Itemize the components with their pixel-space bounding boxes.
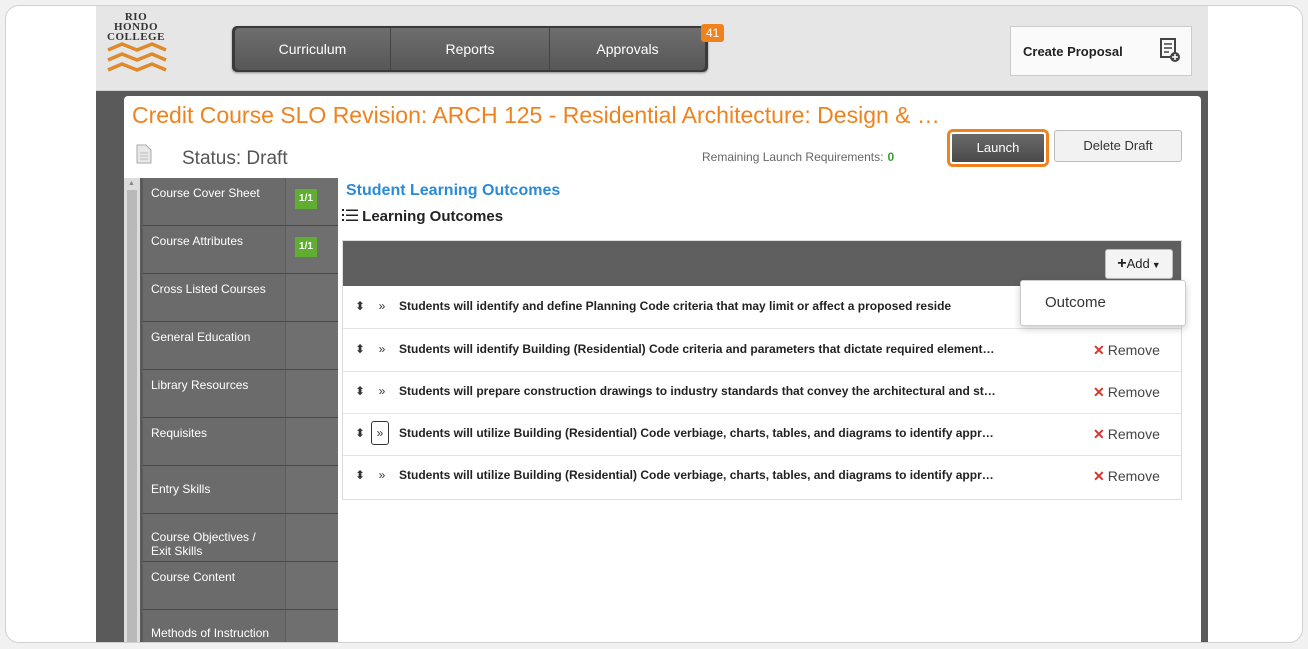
sidebar-count-column	[285, 562, 339, 609]
outcome-text[interactable]: Students will identify Building (Residen…	[399, 342, 1079, 356]
sidebar: ▲ Course Cover Sheet 1/1 Course Attribut…	[124, 178, 339, 642]
main-nav: Curriculum Reports Approvals	[232, 26, 708, 72]
new-document-icon	[1160, 38, 1180, 62]
scroll-up-icon[interactable]: ▲	[128, 180, 135, 187]
sidebar-item-label: General Education	[151, 330, 251, 344]
top-bar: RIO HONDO COLLEGE Curriculum Reports App…	[96, 6, 1208, 91]
remove-button[interactable]: ✕ Remove	[1093, 468, 1160, 485]
list-icon	[342, 209, 358, 221]
sort-arrows-icon[interactable]: ⬍	[355, 468, 365, 482]
status-label: Status: Draft	[182, 148, 288, 169]
expand-chevron-icon[interactable]: »	[375, 340, 389, 358]
remove-x-icon: ✕	[1093, 426, 1105, 442]
sidebar-item-cross-listed-courses[interactable]: Cross Listed Courses	[143, 274, 339, 322]
subsection-title-text: Learning Outcomes	[362, 208, 504, 225]
sidebar-item-label: Course Attributes	[151, 234, 244, 248]
outcomes-table: +Add ▼ ⬍ » Students will identify and def…	[342, 240, 1182, 500]
sidebar-item-label: Library Resources	[151, 378, 249, 392]
outcome-row: ⬍ » Students will identify Building (Res…	[343, 329, 1181, 372]
outcome-row: ⬍ » Students will utilize Building (Resi…	[343, 413, 1181, 456]
sidebar-count-column	[285, 514, 339, 561]
sidebar-item-library-resources[interactable]: Library Resources	[143, 370, 339, 418]
page-title: Credit Course SLO Revision: ARCH 125 - R…	[132, 102, 940, 128]
content-area: Student Learning Outcomes Learning Outco…	[338, 178, 1201, 642]
sidebar-item-label: Entry Skills	[151, 482, 211, 496]
sidebar-count-column	[285, 466, 339, 513]
completion-badge: 1/1	[295, 237, 317, 257]
logo-waves-icon	[107, 42, 167, 72]
approvals-count-badge: 41	[701, 24, 725, 42]
sidebar-count-column	[285, 322, 339, 369]
sidebar-item-label: Course Cover Sheet	[151, 186, 260, 200]
plus-icon: +	[1117, 255, 1127, 272]
remove-x-icon: ✕	[1093, 468, 1105, 484]
expand-chevron-icon[interactable]: »	[375, 382, 389, 400]
outcome-text[interactable]: Students will prepare construction drawi…	[399, 384, 1079, 398]
expand-chevron-icon[interactable]: »	[371, 421, 389, 445]
remaining-label: Remaining Launch Requirements:	[702, 150, 884, 164]
sidebar-count-column	[285, 418, 339, 465]
completion-badge: 1/1	[295, 189, 317, 209]
remove-label: Remove	[1107, 426, 1160, 442]
remove-x-icon: ✕	[1093, 342, 1105, 358]
create-proposal-button[interactable]: Create Proposal	[1010, 26, 1192, 76]
remaining-requirements: Remaining Launch Requirements: 0	[702, 150, 894, 164]
outcome-text[interactable]: Students will identify and define Planni…	[399, 299, 1079, 313]
sidebar-item-course-content[interactable]: Course Content	[143, 562, 339, 610]
document-icon	[136, 144, 152, 164]
nav-reports[interactable]: Reports	[391, 28, 550, 70]
sidebar-count-column	[285, 610, 339, 642]
sidebar-count-column	[285, 274, 339, 321]
sidebar-item-label: Course Content	[151, 570, 236, 584]
remove-x-icon: ✕	[1093, 384, 1105, 400]
remaining-value: 0	[887, 150, 895, 164]
sidebar-item-label: Requisites	[151, 426, 208, 440]
outcome-row: ⬍ » Students will prepare construction d…	[343, 371, 1181, 414]
add-button[interactable]: +Add ▼	[1105, 249, 1173, 279]
remove-button[interactable]: ✕ Remove	[1093, 426, 1160, 443]
sort-arrows-icon[interactable]: ⬍	[355, 426, 365, 440]
add-label: Add	[1126, 256, 1150, 271]
dropdown-option-outcome[interactable]: Outcome	[1045, 294, 1106, 311]
caret-down-icon: ▼	[1151, 260, 1161, 270]
sidebar-item-general-education[interactable]: General Education	[143, 322, 339, 370]
sidebar-item-label: Course Objectives / Exit Skills	[151, 530, 256, 558]
sort-arrows-icon[interactable]: ⬍	[355, 299, 365, 313]
college-logo[interactable]: RIO HONDO COLLEGE	[106, 12, 188, 84]
outcome-row: ⬍ » Students will utilize Building (Resi…	[343, 455, 1181, 497]
expand-chevron-icon[interactable]: »	[375, 297, 389, 315]
subsection-title: Learning Outcomes	[342, 208, 503, 225]
sidebar-item-course-cover-sheet[interactable]: Course Cover Sheet 1/1	[143, 178, 339, 226]
proposal-panel: Credit Course SLO Revision: ARCH 125 - R…	[124, 96, 1201, 642]
sidebar-item-course-objectives[interactable]: Course Objectives / Exit Skills	[143, 514, 339, 562]
sort-arrows-icon[interactable]: ⬍	[355, 384, 365, 398]
outcome-text[interactable]: Students will utilize Building (Resident…	[399, 426, 1079, 440]
delete-draft-button[interactable]: Delete Draft	[1054, 130, 1182, 162]
sidebar-scrollbar[interactable]: ▲	[124, 178, 140, 642]
sidebar-item-label: Methods of Instruction	[151, 626, 270, 640]
outcome-text[interactable]: Students will utilize Building (Resident…	[399, 468, 1079, 482]
scrollbar-thumb[interactable]	[127, 190, 137, 642]
nav-curriculum[interactable]: Curriculum	[235, 28, 391, 70]
nav-approvals[interactable]: Approvals	[550, 28, 705, 70]
sidebar-item-entry-skills[interactable]: Entry Skills	[143, 466, 339, 514]
remove-label: Remove	[1107, 384, 1160, 400]
sort-arrows-icon[interactable]: ⬍	[355, 342, 365, 356]
create-proposal-label: Create Proposal	[1023, 44, 1123, 59]
logo-line-3: COLLEGE	[107, 31, 165, 43]
sidebar-item-requisites[interactable]: Requisites	[143, 418, 339, 466]
launch-button[interactable]: Launch	[950, 132, 1046, 164]
remove-label: Remove	[1107, 342, 1160, 358]
remove-button[interactable]: ✕ Remove	[1093, 384, 1160, 401]
sidebar-count-column	[285, 370, 339, 417]
remove-label: Remove	[1107, 468, 1160, 484]
remove-button[interactable]: ✕ Remove	[1093, 342, 1160, 359]
expand-chevron-icon[interactable]: »	[375, 466, 389, 484]
sidebar-item-course-attributes[interactable]: Course Attributes 1/1	[143, 226, 339, 274]
sidebar-item-label: Cross Listed Courses	[151, 282, 266, 296]
section-title: Student Learning Outcomes	[346, 182, 561, 199]
add-dropdown-menu: Outcome	[1020, 280, 1186, 326]
sidebar-item-methods-of-instruction[interactable]: Methods of Instruction	[143, 610, 339, 642]
